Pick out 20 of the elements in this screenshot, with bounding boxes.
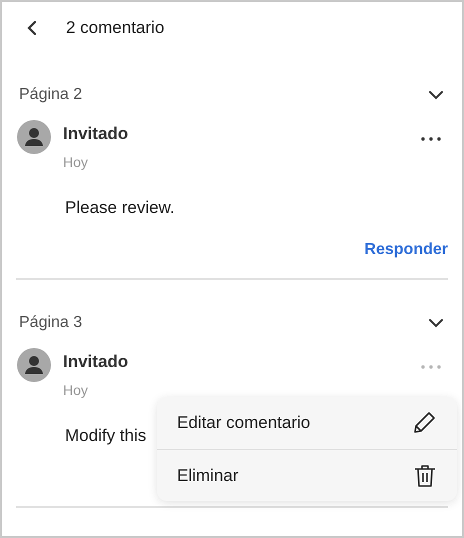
avatar-icon	[17, 120, 51, 154]
author-name: Invitado	[63, 123, 130, 145]
avatar-icon	[17, 348, 51, 382]
menu-item[interactable]: Editar comentario	[157, 397, 457, 449]
trash-icon	[413, 462, 437, 488]
section-title: Página 3	[19, 313, 82, 333]
more-icon[interactable]	[420, 136, 442, 142]
chevron-down-icon[interactable]	[428, 90, 444, 100]
comment-time: Hoy	[63, 152, 89, 172]
comment-text: Modify this	[65, 424, 146, 446]
menu-item[interactable]: Eliminar	[157, 449, 457, 501]
comment-text: Please review.	[65, 196, 175, 218]
pencil-icon	[411, 410, 437, 436]
comment-time: Hoy	[63, 380, 89, 400]
section-title: Página 2	[19, 85, 82, 105]
back-icon[interactable]	[26, 20, 38, 36]
author-name: Invitado	[63, 351, 130, 373]
header-title: 2 comentario	[66, 17, 164, 40]
reply-link[interactable]: Responder	[364, 238, 448, 260]
chevron-down-icon[interactable]	[428, 318, 444, 328]
